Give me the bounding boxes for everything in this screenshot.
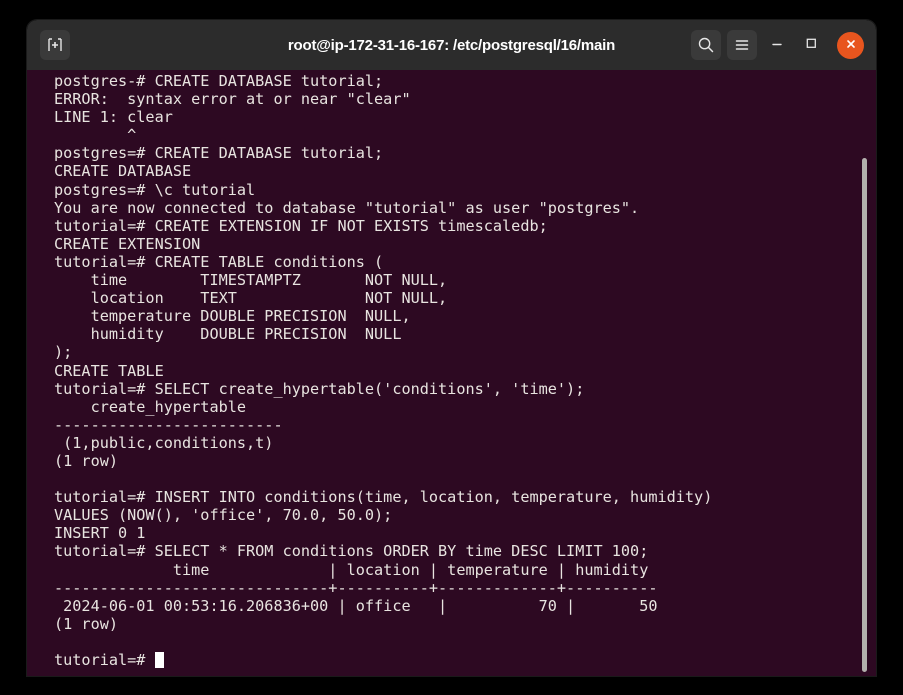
terminal-line: VALUES (NOW(), 'office', 70.0, 50.0); — [54, 506, 393, 525]
terminal-text: postgres-# CREATE DATABASE tutorial; ERRO… — [27, 70, 712, 669]
hamburger-menu-icon — [733, 36, 751, 54]
terminal-output-area[interactable]: postgres-# CREATE DATABASE tutorial; ERRO… — [27, 70, 876, 676]
terminal-line: time | location | temperature | humidity — [54, 560, 649, 579]
terminal-line: (1 row) — [54, 614, 119, 633]
terminal-line: tutorial=# INSERT INTO conditions(time, … — [54, 488, 713, 507]
terminal-line: postgres=# \c tutorial — [54, 180, 256, 199]
terminal-line: tutorial=# SELECT create_hypertable('con… — [54, 379, 585, 398]
terminal-line: time TIMESTAMPTZ NOT NULL, — [54, 271, 448, 290]
terminal-line: LINE 1: clear — [54, 108, 173, 127]
terminal-cursor — [154, 652, 164, 668]
terminal-line: ^ — [54, 126, 137, 145]
terminal-line: tutorial=# — [27, 651, 712, 669]
terminal-line: ------------------------------+---------… — [54, 578, 658, 597]
minimize-icon — [769, 35, 785, 55]
terminal-line: CREATE TABLE — [54, 361, 164, 380]
close-icon — [844, 36, 858, 55]
terminal-line: (1 row) — [54, 451, 119, 470]
terminal-line: tutorial=# CREATE TABLE conditions ( — [54, 252, 384, 271]
terminal-line: ); — [54, 343, 73, 362]
close-button[interactable] — [837, 31, 864, 59]
terminal-line: tutorial=# CREATE EXTENSION IF NOT EXIST… — [54, 216, 548, 235]
new-tab-icon — [46, 36, 64, 54]
terminal-line: create_hypertable — [54, 397, 247, 416]
window-titlebar[interactable]: root@ip-172-31-16-167: /etc/postgresql/1… — [27, 20, 876, 70]
terminal-scrollbar[interactable] — [860, 70, 870, 676]
titlebar-controls — [691, 30, 868, 60]
menu-button[interactable] — [727, 30, 757, 60]
terminal-line: tutorial=# SELECT * FROM conditions ORDE… — [54, 542, 649, 561]
terminal-line: postgres=# CREATE DATABASE tutorial; — [54, 144, 384, 163]
terminal-window: root@ip-172-31-16-167: /etc/postgresql/1… — [27, 20, 876, 676]
terminal-line: (1,public,conditions,t) — [54, 433, 274, 452]
terminal-line: ------------------------- — [54, 415, 283, 434]
terminal-line: INSERT 0 1 — [54, 524, 146, 543]
search-button[interactable] — [691, 30, 721, 60]
terminal-line: You are now connected to database "tutor… — [54, 198, 640, 217]
scrollbar-thumb[interactable] — [862, 158, 867, 672]
maximize-icon — [803, 35, 819, 55]
terminal-line: ERROR: syntax error at or near "clear" — [54, 90, 411, 109]
terminal-line: CREATE DATABASE — [54, 162, 192, 181]
terminal-line: CREATE EXTENSION — [54, 234, 201, 253]
minimize-button[interactable] — [763, 31, 791, 59]
terminal-line: humidity DOUBLE PRECISION NULL — [54, 325, 402, 344]
new-tab-button[interactable] — [40, 30, 70, 60]
desktop-background: root@ip-172-31-16-167: /etc/postgresql/1… — [0, 0, 903, 695]
search-icon — [697, 36, 715, 54]
maximize-button[interactable] — [797, 31, 825, 59]
terminal-line: postgres-# CREATE DATABASE tutorial; — [54, 72, 384, 90]
terminal-line: temperature DOUBLE PRECISION NULL, — [54, 307, 411, 326]
terminal-line: 2024-06-01 00:53:16.206836+00 | office |… — [54, 596, 658, 615]
terminal-line: location TEXT NOT NULL, — [54, 289, 448, 308]
